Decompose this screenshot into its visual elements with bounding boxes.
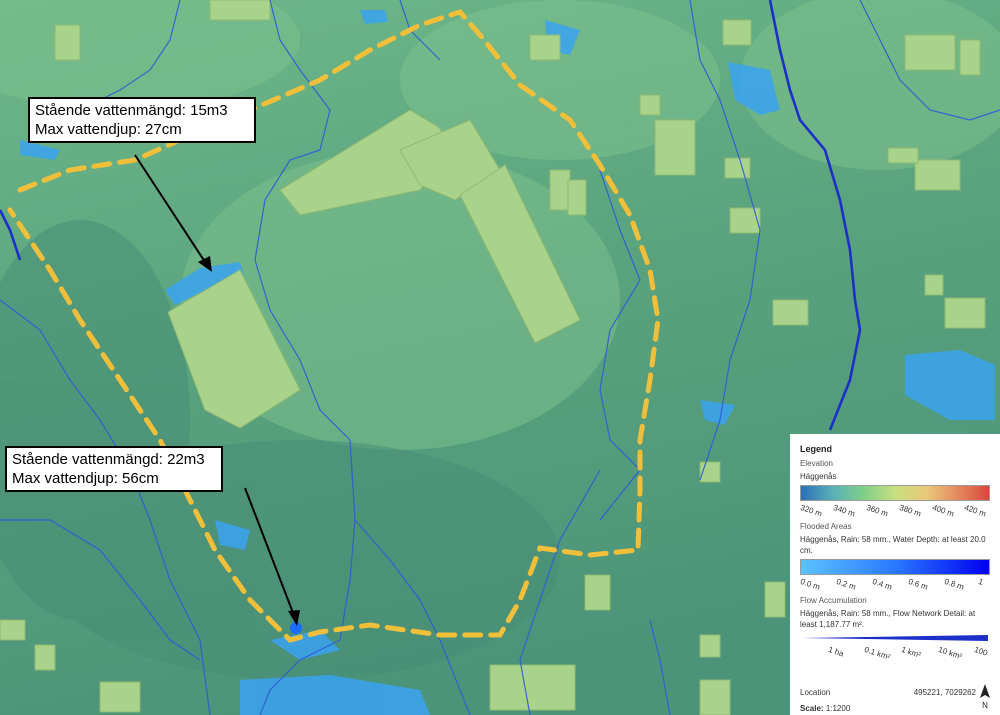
callout-north: Stående vattenmängd: 15m3 Max vattendjup… (28, 97, 256, 143)
flow-width-ramp (802, 635, 988, 641)
callout-south-depth: Max vattendjup: 56cm (12, 470, 159, 487)
elevation-tick: 320 m (799, 503, 824, 519)
scale-value: 1:1200 (825, 704, 851, 713)
callout-north-depth: Max vattendjup: 27cm (35, 121, 182, 138)
flow-ticks: 1 ha 0.1 km² 1 km² 10 km² 100 (800, 643, 990, 662)
callout-south-volume: Stående vattenmängd: 22m3 (12, 451, 205, 468)
flooded-tick: 1 (977, 577, 985, 587)
elevation-color-ramp (800, 485, 990, 501)
callout-north-volume: Stående vattenmängd: 15m3 (35, 102, 228, 119)
flow-tick: 100 (973, 645, 989, 658)
elevation-tick: 400 m (931, 503, 956, 519)
callout-south: Stående vattenmängd: 22m3 Max vattendjup… (5, 446, 223, 492)
location-row: Location 495221, 7029262 (800, 688, 990, 697)
flooded-tick: 0.6 m (907, 577, 930, 592)
elevation-name: Häggenås (800, 472, 837, 481)
flooded-description: Häggenås, Rain: 58 mm., Water Depth: at … (800, 535, 986, 555)
flow-description: Häggenås, Rain: 58 mm., Flow Network Det… (800, 609, 976, 629)
flow-heading: Flow Accumulation (800, 596, 867, 605)
flow-tick: 10 km² (937, 645, 964, 662)
flooded-color-ramp (800, 559, 990, 575)
elevation-ticks: 320 m 340 m 360 m 380 m 400 m 420 m (799, 501, 990, 519)
north-arrow-icon: N (980, 684, 990, 710)
scale-row: Scale: 1:1200 (800, 704, 990, 713)
elevation-tick: 380 m (898, 503, 923, 519)
flow-tick: 1 km² (900, 645, 923, 660)
legend-panel: Legend Elevation Häggenås 320 m 340 m 36… (790, 434, 1000, 715)
scale-label: Scale: (800, 704, 824, 713)
location-value: 495221, 7029262 (913, 688, 976, 697)
elevation-tick: 340 m (832, 503, 857, 519)
flooded-ticks: 0.0 m 0.2 m 0.4 m 0.6 m 0.8 m 1 (799, 575, 990, 593)
flooded-tick: 0.4 m (871, 577, 894, 592)
flow-tick: 0.1 km² (863, 645, 892, 662)
flooded-tick: 0.8 m (943, 577, 966, 592)
elevation-heading: Elevation (800, 459, 833, 468)
elevation-tick: 420 m (963, 503, 988, 519)
flooded-tick: 0.0 m (799, 577, 822, 592)
north-label: N (982, 701, 988, 710)
elevation-tick: 360 m (865, 503, 890, 519)
flooded-heading: Flooded Areas (800, 522, 852, 531)
flow-tick: 1 ha (827, 645, 845, 659)
flooded-tick: 0.2 m (835, 577, 858, 592)
legend-title: Legend (800, 444, 833, 454)
location-label: Location (800, 688, 831, 697)
